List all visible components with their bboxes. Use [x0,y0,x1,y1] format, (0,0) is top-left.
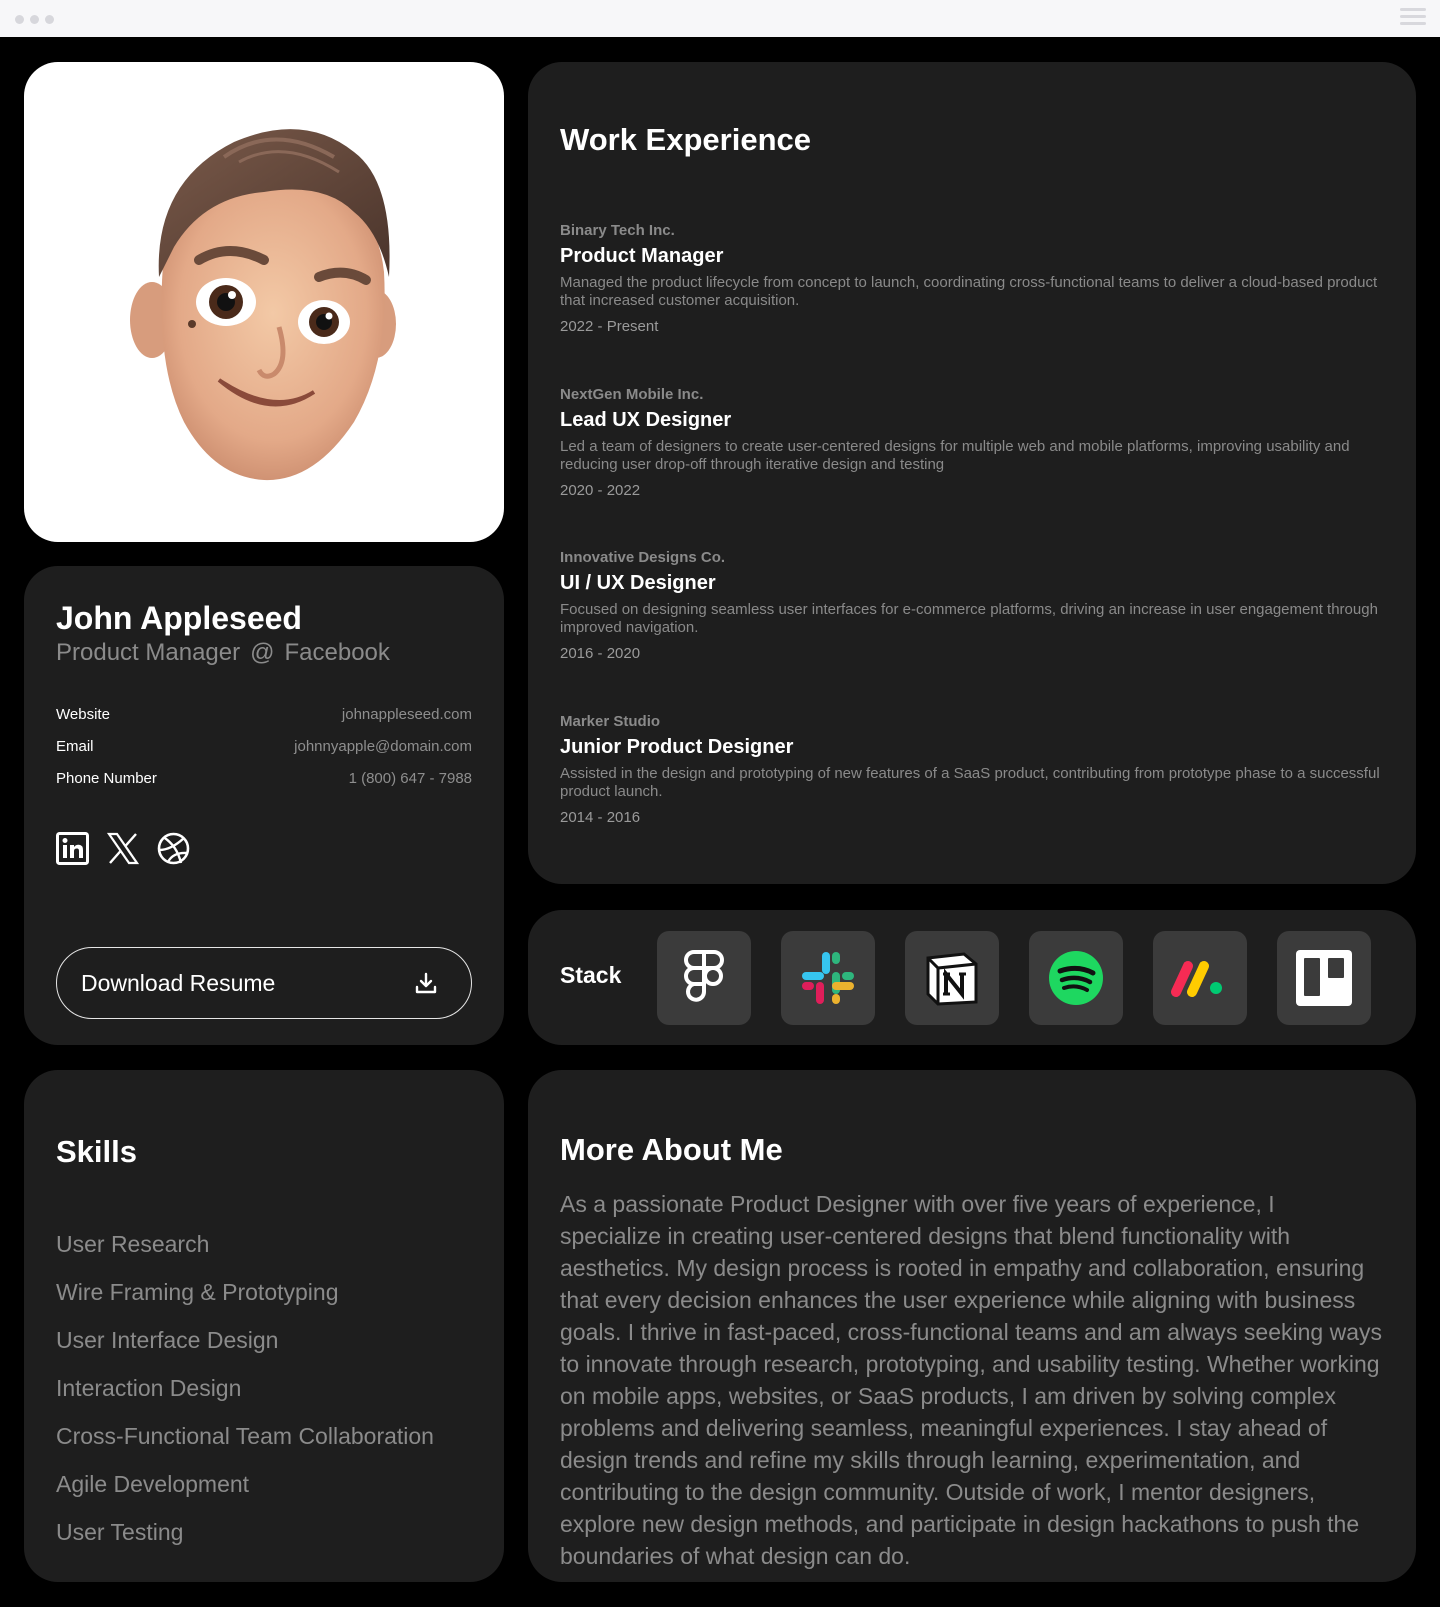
spotify-icon [1049,951,1103,1005]
profile-role: Product Manager @ Facebook [56,639,390,667]
skill-item: Interaction Design [56,1375,242,1401]
download-resume-label: Download Resume [81,969,276,996]
avatar [130,129,396,481]
profile-name: John Appleseed [56,600,302,636]
trello-icon [1296,950,1352,1006]
job-years: 2022 - Present [560,318,659,335]
skill-item: User Interface Design [56,1327,279,1353]
figma-icon [684,950,724,1002]
job-entry: Marker Studio Junior Product Designer As… [560,713,1380,826]
skill-item: User Research [56,1231,210,1257]
skills-title: Skills [56,1134,137,1169]
stack-tool-slack[interactable] [781,931,875,1025]
job-title: Product Manager [56,639,241,666]
skills-card: Skills User Research Wire Framing & Prot… [24,1070,504,1582]
email-link[interactable]: johnnyapple@domain.com [294,738,472,755]
info-label: Website [56,706,110,723]
profile-card: John Appleseed Product Manager @ Faceboo… [24,566,504,1045]
job-company: Innovative Designs Co. [560,549,726,566]
job-company: Binary Tech Inc. [560,222,675,239]
info-row-website: Website johnappleseed.com [56,706,472,723]
stack-card: Stack [528,910,1416,1045]
minimize-dot[interactable] [30,15,39,24]
job-entry: Binary Tech Inc. Product Manager Managed… [560,222,1380,335]
social-links [56,832,190,865]
download-resume-button[interactable]: Download Resume [56,947,472,1019]
info-row-email: Email johnnyapple@domain.com [56,738,472,755]
job-entry: Innovative Designs Co. UI / UX Designer … [560,549,1380,662]
job-company: Marker Studio [560,713,661,730]
window-controls [15,15,54,24]
stack-tool-figma[interactable] [657,931,751,1025]
about-title: More About Me [560,1132,783,1167]
avatar-card [24,62,504,542]
phone-link[interactable]: 1 (800) 647 - 7988 [349,770,472,787]
window-titlebar [0,0,1440,37]
info-row-phone: Phone Number 1 (800) 647 - 7988 [56,770,472,787]
job-years: 2016 - 2020 [560,645,641,662]
job-description: Focused on designing seamless user inter… [560,601,1378,636]
work-experience-card: Work Experience Binary Tech Inc. Product… [528,62,1416,884]
website-link[interactable]: johnappleseed.com [342,706,472,723]
job-role: Junior Product Designer [560,736,794,758]
skill-item: Wire Framing & Prototyping [56,1279,339,1305]
info-label: Email [56,738,94,755]
dribbble-icon[interactable] [157,832,190,865]
skills-list: User Research Wire Framing & Prototyping… [56,1230,434,1566]
stack-tool-monday[interactable] [1153,931,1247,1025]
job-entry: NextGen Mobile Inc. Lead UX Designer Led… [560,386,1380,499]
stack-title: Stack [560,962,622,988]
stack-tool-trello[interactable] [1277,931,1371,1025]
linkedin-icon[interactable] [56,832,89,865]
x-icon[interactable] [107,832,139,865]
at-sign: @ [250,639,275,666]
job-years: 2014 - 2016 [560,809,641,826]
about-text: As a passionate Product Designer with ov… [560,1191,1382,1569]
job-description: Managed the product lifecycle from conce… [560,274,1378,309]
stack-tool-notion[interactable] [905,931,999,1025]
work-experience-title: Work Experience [560,122,811,157]
hamburger-menu-icon[interactable] [1400,8,1426,26]
job-description: Assisted in the design and prototyping o… [560,765,1380,800]
skill-item: User Testing [56,1519,184,1545]
job-company: NextGen Mobile Inc. [560,386,704,403]
close-dot[interactable] [15,15,24,24]
notion-icon [926,952,978,1006]
company-name: Facebook [284,639,390,666]
maximize-dot[interactable] [45,15,54,24]
info-label: Phone Number [56,770,157,787]
slack-icon [802,952,854,1004]
job-role: UI / UX Designer [560,572,716,594]
download-icon [415,972,437,994]
skill-item: Agile Development [56,1471,250,1497]
monday-icon [1171,961,1222,997]
job-years: 2020 - 2022 [560,482,641,499]
job-role: Lead UX Designer [560,409,732,431]
job-role: Product Manager [560,245,724,267]
job-description: Led a team of designers to create user-c… [560,438,1350,473]
about-card: More About Me As a passionate Product De… [528,1070,1416,1582]
skill-item: Cross-Functional Team Collaboration [56,1423,434,1449]
stack-tool-spotify[interactable] [1029,931,1123,1025]
